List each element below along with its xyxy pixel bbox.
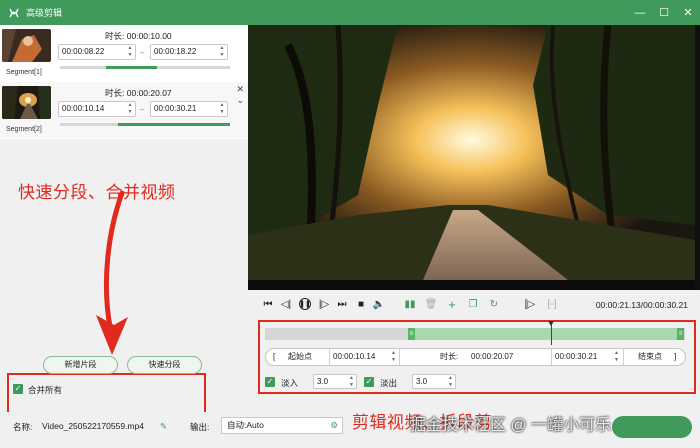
- merge-all-checkbox[interactable]: ✓: [13, 384, 23, 394]
- copy-icon[interactable]: ❐: [467, 298, 479, 310]
- fade-out-label: 淡出: [380, 378, 398, 388]
- set-start-button[interactable]: 起始点: [288, 349, 312, 365]
- spinner-icon[interactable]: ▲ ▼: [218, 45, 226, 59]
- segment-item[interactable]: Segment[1] 时长: 00:00:10.00 00:00:08.22 ▲ ▼…: [0, 25, 248, 81]
- set-end-bracket-icon[interactable]: ]: [674, 349, 676, 365]
- filename: Video_250522170559.mp4: [42, 421, 144, 431]
- selection-start-handle[interactable]: ≡: [408, 328, 415, 340]
- split-icon[interactable]: ▮▮: [404, 298, 416, 310]
- export-button[interactable]: [612, 416, 692, 438]
- minimize-button[interactable]: —: [628, 0, 652, 25]
- fade-in-checkbox[interactable]: ✓: [265, 377, 275, 387]
- segment-progress: [60, 66, 230, 69]
- range-duration: 00:00:20.07: [471, 352, 514, 361]
- name-label: 名称:: [13, 422, 33, 432]
- mark-in-icon[interactable]: [▷: [524, 298, 536, 310]
- output-select[interactable]: 自动:Auto ⚙: [221, 417, 343, 434]
- volume-icon[interactable]: 🔈: [373, 298, 385, 310]
- spinner-icon[interactable]: ▲ ▼: [126, 45, 134, 59]
- segment-thumbnail: [2, 29, 51, 62]
- close-button[interactable]: ✕: [676, 0, 700, 25]
- spinner-icon[interactable]: ▲ ▼: [218, 102, 226, 116]
- fade-out-input[interactable]: 3.0 ▲ ▼: [412, 374, 456, 389]
- segment-label: Segment[2]: [6, 126, 42, 133]
- fade-out-checkbox[interactable]: ✓: [364, 377, 374, 387]
- segment-start-input[interactable]: 00:00:08.22 ▲ ▼: [58, 44, 136, 60]
- range-row: [ 起始点 00:00:10.14 ▲ ▼ 时长: 00:00:20.07 00:…: [265, 348, 686, 366]
- segment-start-input[interactable]: 00:00:10.14 ▲ ▼: [58, 101, 136, 117]
- trash-icon[interactable]: 🗑: [425, 298, 438, 310]
- fade-in-label: 淡入: [281, 378, 299, 388]
- segment-duration: 时长: 00:00:10.00: [105, 31, 172, 41]
- mark-out-icon[interactable]: [▫]: [546, 298, 558, 310]
- segment-thumbnail: [2, 86, 51, 119]
- step-forward-icon[interactable]: |▷: [318, 298, 330, 310]
- pause-icon[interactable]: ❚❚: [299, 298, 311, 310]
- playback-timecode: 00:00:21.13/00:00:30.21: [595, 300, 688, 310]
- video-player[interactable]: [248, 25, 700, 290]
- segment-list: Segment[1] 时长: 00:00:10.00 00:00:08.22 ▲ ▼…: [0, 25, 248, 139]
- segment-item[interactable]: Segment[2] 时长: 00:00:20.07 00:00:10.14 ▲ ▼…: [0, 82, 248, 138]
- skip-to-start-icon[interactable]: ⏮: [262, 298, 274, 310]
- gear-icon[interactable]: ⚙: [330, 418, 338, 433]
- spinner-icon[interactable]: ▲ ▼: [348, 375, 355, 389]
- add-segment-button[interactable]: 新增片段: [43, 356, 118, 374]
- video-frame: [248, 25, 700, 290]
- range-dash: –: [140, 48, 145, 57]
- segment-duration: 时长: 00:00:20.07: [105, 88, 172, 98]
- step-back-icon[interactable]: ◁|: [280, 298, 292, 310]
- app-logo-icon: [7, 6, 21, 20]
- window-title: 高级剪辑: [26, 8, 63, 18]
- maximize-button[interactable]: ☐: [652, 0, 676, 25]
- stop-icon[interactable]: ■: [355, 298, 367, 310]
- range-end-input[interactable]: 00:00:30.21: [555, 349, 597, 365]
- title-bar: 高级剪辑 — ☐ ✕: [0, 0, 700, 25]
- spinner-icon[interactable]: ▲ ▼: [390, 350, 397, 364]
- add-icon[interactable]: +: [446, 297, 458, 312]
- quick-split-button[interactable]: 快速分段: [127, 356, 202, 374]
- merge-all-label: 合并所有: [28, 385, 63, 395]
- spinner-icon[interactable]: ▲ ▼: [126, 102, 134, 116]
- range-dash: –: [140, 105, 145, 114]
- delete-segment-icon[interactable]: ✕ ⌄: [236, 84, 244, 106]
- fade-in-input[interactable]: 3.0 ▲ ▼: [313, 374, 357, 389]
- range-start-input[interactable]: 00:00:10.14: [333, 349, 375, 365]
- segment-label: Segment[1]: [6, 69, 42, 76]
- reset-icon[interactable]: ↻: [488, 298, 500, 310]
- segment-end-input[interactable]: 00:00:30.21 ▲ ▼: [150, 101, 228, 117]
- range-duration-label: 时长:: [440, 352, 459, 361]
- left-panel: Segment[1] 时长: 00:00:10.00 00:00:08.22 ▲ ▼…: [0, 25, 248, 435]
- output-label: 输出:: [190, 422, 210, 432]
- spinner-icon[interactable]: ▲ ▼: [613, 350, 620, 364]
- spinner-icon[interactable]: ▲ ▼: [447, 375, 454, 389]
- playhead[interactable]: [548, 321, 554, 345]
- watermark-text: 掘金技术社区 @ 一罐小可乐: [410, 417, 612, 434]
- timeline-selection[interactable]: [408, 328, 684, 340]
- segment-progress: [60, 123, 230, 126]
- red-arrow-icon: [96, 190, 128, 355]
- timeline-track[interactable]: ≡ ≡: [265, 328, 685, 340]
- segment-end-input[interactable]: 00:00:18.22 ▲ ▼: [150, 44, 228, 60]
- set-end-button[interactable]: 结束点: [638, 349, 662, 365]
- skip-to-end-icon[interactable]: ⏭: [336, 298, 348, 310]
- set-start-bracket-icon[interactable]: [: [273, 349, 275, 365]
- selection-end-handle[interactable]: ≡: [677, 328, 684, 340]
- edit-name-icon[interactable]: ✎: [160, 421, 167, 432]
